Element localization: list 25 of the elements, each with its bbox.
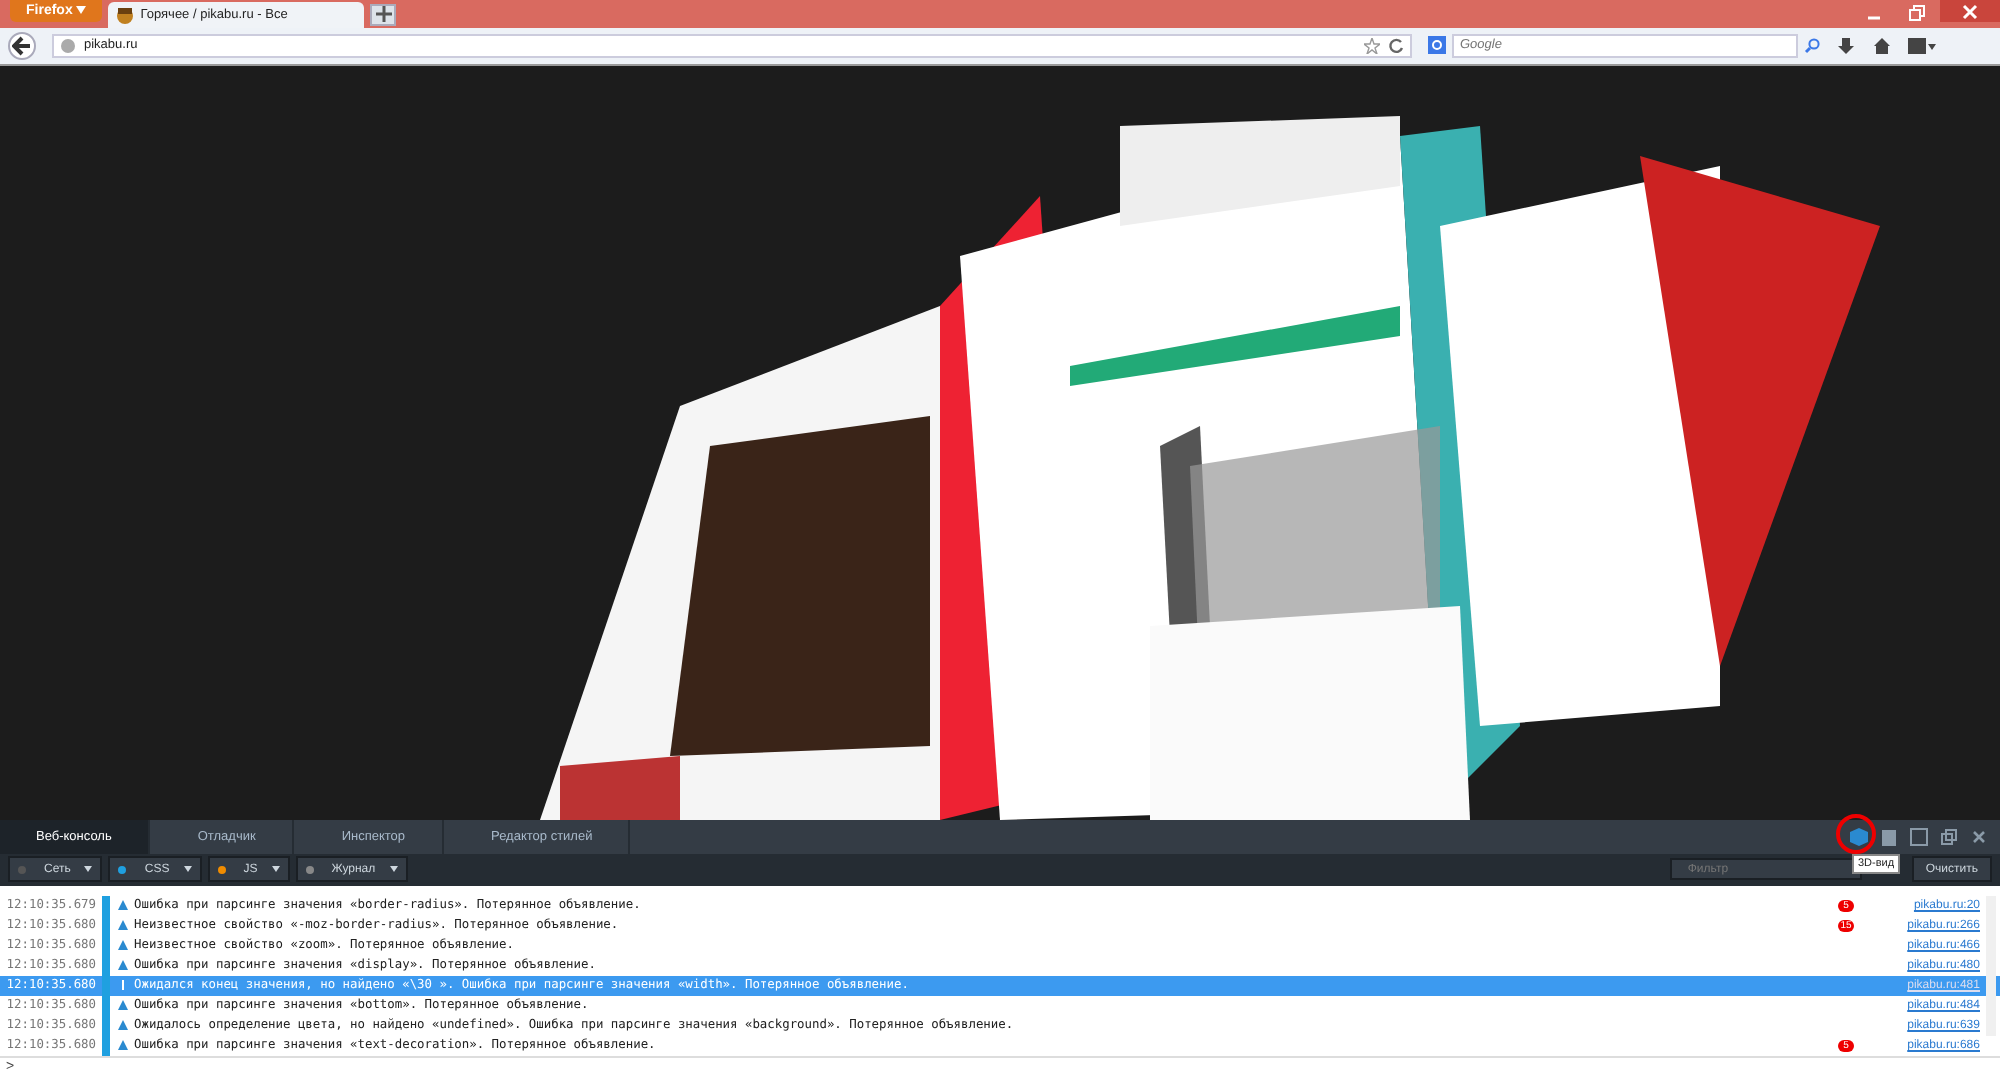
close-button[interactable] bbox=[1940, 0, 2000, 22]
back-arrow-icon bbox=[12, 35, 32, 56]
reload-icon[interactable] bbox=[1388, 37, 1404, 54]
info-icon bbox=[118, 980, 128, 991]
back-button[interactable] bbox=[8, 31, 36, 60]
acorn-icon bbox=[116, 5, 135, 24]
restore-icon[interactable] bbox=[1906, 3, 1926, 24]
home-icon[interactable] bbox=[1872, 35, 1892, 56]
caret-icon bbox=[389, 866, 398, 873]
bookmarks-icon[interactable] bbox=[1908, 35, 1936, 56]
caret-icon bbox=[76, 6, 87, 14]
caret-icon bbox=[183, 866, 192, 873]
caret-icon bbox=[84, 866, 93, 873]
search-engine-icon[interactable] bbox=[1428, 36, 1446, 55]
star-icon[interactable] bbox=[1364, 37, 1380, 54]
download-icon[interactable] bbox=[1836, 35, 1856, 56]
close-icon[interactable] bbox=[1970, 828, 1988, 846]
new-tab-button[interactable] bbox=[370, 3, 397, 26]
search-icon[interactable] bbox=[1804, 37, 1820, 54]
dock-icon[interactable] bbox=[1940, 828, 1958, 846]
globe-icon bbox=[60, 37, 76, 54]
caret-icon bbox=[271, 866, 280, 873]
plus-icon bbox=[375, 6, 392, 23]
cube-icon[interactable] bbox=[1850, 828, 1868, 846]
close-icon bbox=[1962, 3, 1978, 19]
